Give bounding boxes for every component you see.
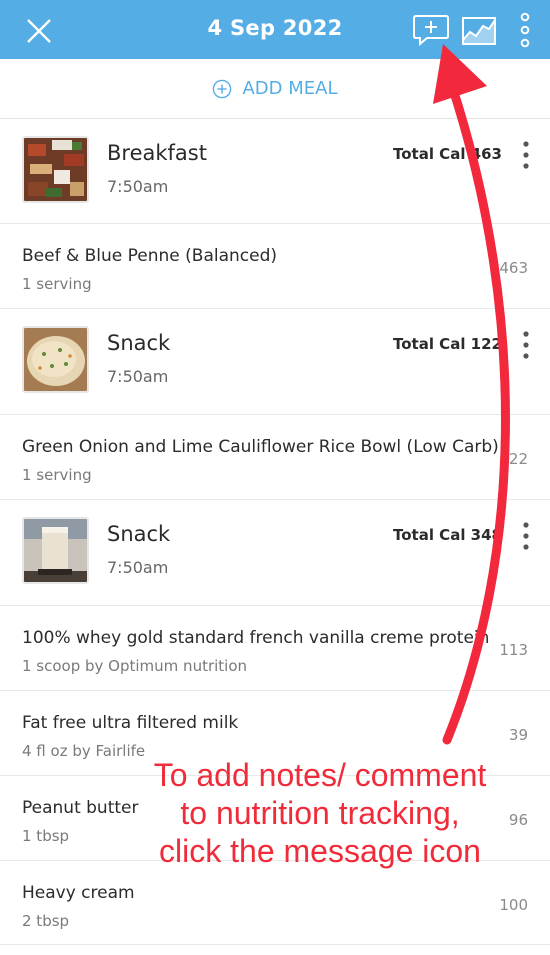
meal-more-icon[interactable] — [518, 139, 534, 171]
meal-photo — [22, 517, 89, 584]
food-calories: 463 — [499, 259, 528, 277]
trend-chart-icon[interactable] — [459, 12, 499, 48]
meal-name: Breakfast — [107, 141, 207, 165]
meal-time: 7:50am — [107, 367, 169, 386]
food-serving: 2 tbsp — [22, 912, 70, 930]
food-name: 100% whey gold standard french vanilla c… — [22, 628, 490, 648]
meal-photo — [22, 326, 89, 393]
annotation-text: To add notes/ comment to nutrition track… — [153, 757, 487, 869]
food-serving: 1 serving — [22, 275, 92, 293]
food-calories: 122 — [499, 450, 528, 468]
plus-circle-icon — [213, 79, 232, 98]
food-item[interactable]: Beef & Blue Penne (Balanced) 1 serving 4… — [0, 224, 550, 309]
meal-time: 7:50am — [107, 177, 169, 196]
food-serving: 1 tbsp — [22, 827, 70, 845]
meal-header-snack[interactable]: Snack 7:50am Total Cal 348 — [0, 500, 550, 606]
food-calories: 113 — [499, 641, 528, 659]
food-serving: 1 scoop by Optimum nutrition — [22, 657, 248, 675]
top-bar: 4 Sep 2022 — [0, 0, 550, 59]
meal-header-snack[interactable]: Snack 7:50am Total Cal 122 — [0, 309, 550, 415]
meal-more-icon[interactable] — [518, 520, 534, 552]
food-name: Heavy cream — [22, 883, 135, 903]
food-name: Fat free ultra filtered milk — [22, 713, 239, 733]
food-serving: 4 fl oz by Fairlife — [22, 742, 146, 760]
food-serving: 1 serving — [22, 466, 92, 484]
meal-time: 7:50am — [107, 558, 169, 577]
meal-name: Snack — [107, 522, 171, 546]
food-item[interactable]: Green Onion and Lime Cauliflower Rice Bo… — [0, 415, 550, 500]
food-name: Green Onion and Lime Cauliflower Rice Bo… — [22, 437, 499, 457]
more-vertical-icon[interactable] — [514, 10, 536, 50]
food-item[interactable]: 100% whey gold standard french vanilla c… — [0, 606, 550, 691]
add-comment-icon[interactable] — [411, 12, 451, 48]
food-name: Beef & Blue Penne (Balanced) — [22, 246, 278, 266]
food-calories: 39 — [508, 726, 528, 744]
meal-header-breakfast[interactable]: Breakfast 7:50am Total Cal 463 — [0, 119, 550, 224]
food-item[interactable]: Heavy cream 2 tbsp 100 — [0, 861, 550, 945]
meal-total-calories: Total Cal 463 — [392, 145, 502, 163]
meal-photo — [22, 136, 89, 203]
meal-total-calories: Total Cal 122 — [392, 335, 502, 353]
meal-name: Snack — [107, 331, 171, 355]
food-calories: 100 — [499, 896, 528, 914]
meal-more-icon[interactable] — [518, 329, 534, 361]
add-meal-label: ADD MEAL — [242, 78, 338, 99]
meal-total-calories: Total Cal 348 — [392, 526, 502, 544]
add-meal-button[interactable]: ADD MEAL — [0, 59, 550, 119]
food-calories: 96 — [508, 811, 528, 829]
